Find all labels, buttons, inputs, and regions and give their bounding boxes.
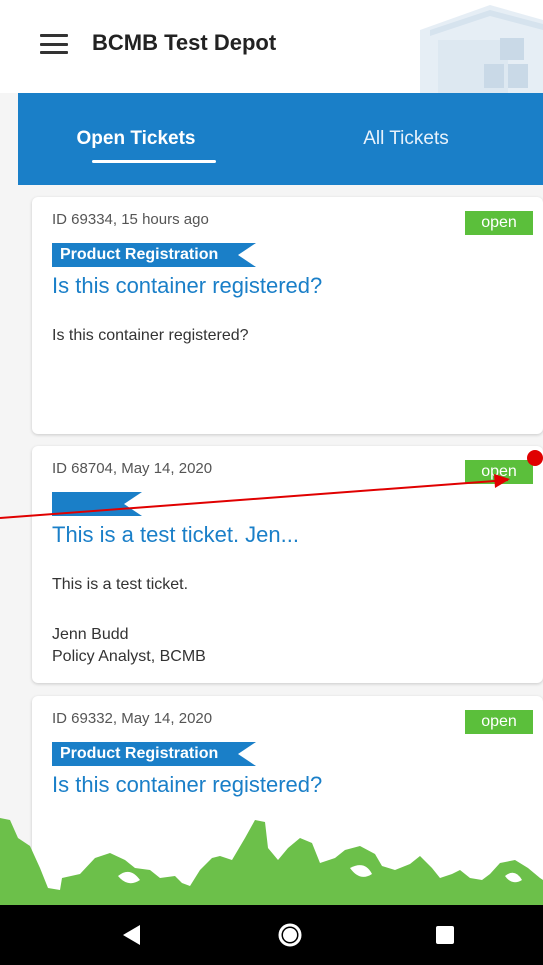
ticket-title[interactable]: Is this container registered? <box>52 273 322 299</box>
ticket-title[interactable]: Is this container registered? <box>52 772 322 798</box>
category-ribbon: Product Registration <box>52 742 257 766</box>
category-label: Product Registration <box>52 243 227 267</box>
depot-building-icon <box>420 5 543 93</box>
recents-square-icon[interactable] <box>405 905 485 965</box>
app-bar: BCMB Test Depot <box>0 0 543 93</box>
ticket-card[interactable]: ID 69334, 15 hours ago open Product Regi… <box>32 197 543 434</box>
ticket-body: Is this container registered? <box>52 327 249 344</box>
status-badge: open <box>465 710 533 734</box>
category-ribbon <box>52 492 142 516</box>
recycling-bottles-illustration <box>0 818 543 908</box>
ticket-meta: ID 69334, 15 hours ago <box>52 211 209 228</box>
system-nav-bar <box>0 905 543 965</box>
hamburger-menu-icon[interactable] <box>38 31 70 57</box>
status-badge: open <box>465 460 533 484</box>
signature-name: Jenn Budd <box>52 626 129 643</box>
ticket-signature: Jenn Budd Policy Analyst, BCMB <box>52 624 206 668</box>
home-circle-icon[interactable] <box>250 905 330 965</box>
ticket-meta: ID 69332, May 14, 2020 <box>52 710 213 727</box>
signature-role: Policy Analyst, BCMB <box>52 648 206 665</box>
tab-open-tickets[interactable]: Open Tickets <box>30 93 242 185</box>
tab-selected-indicator <box>92 160 216 163</box>
ticket-meta: ID 68704, May 14, 2020 <box>52 460 213 477</box>
status-badge: open <box>465 211 533 235</box>
ticket-card[interactable]: ID 68704, May 14, 2020 open This is a te… <box>32 446 543 683</box>
category-label <box>52 492 112 516</box>
ticket-body: This is a test ticket. <box>52 576 189 593</box>
app-title: BCMB Test Depot <box>92 30 277 55</box>
tab-all-tickets[interactable]: All Tickets <box>300 93 512 185</box>
ticket-title[interactable]: This is a test ticket. Jen... <box>52 522 299 548</box>
back-triangle-icon[interactable] <box>92 905 172 965</box>
category-ribbon: Product Registration <box>52 243 257 267</box>
category-label: Product Registration <box>52 742 227 766</box>
